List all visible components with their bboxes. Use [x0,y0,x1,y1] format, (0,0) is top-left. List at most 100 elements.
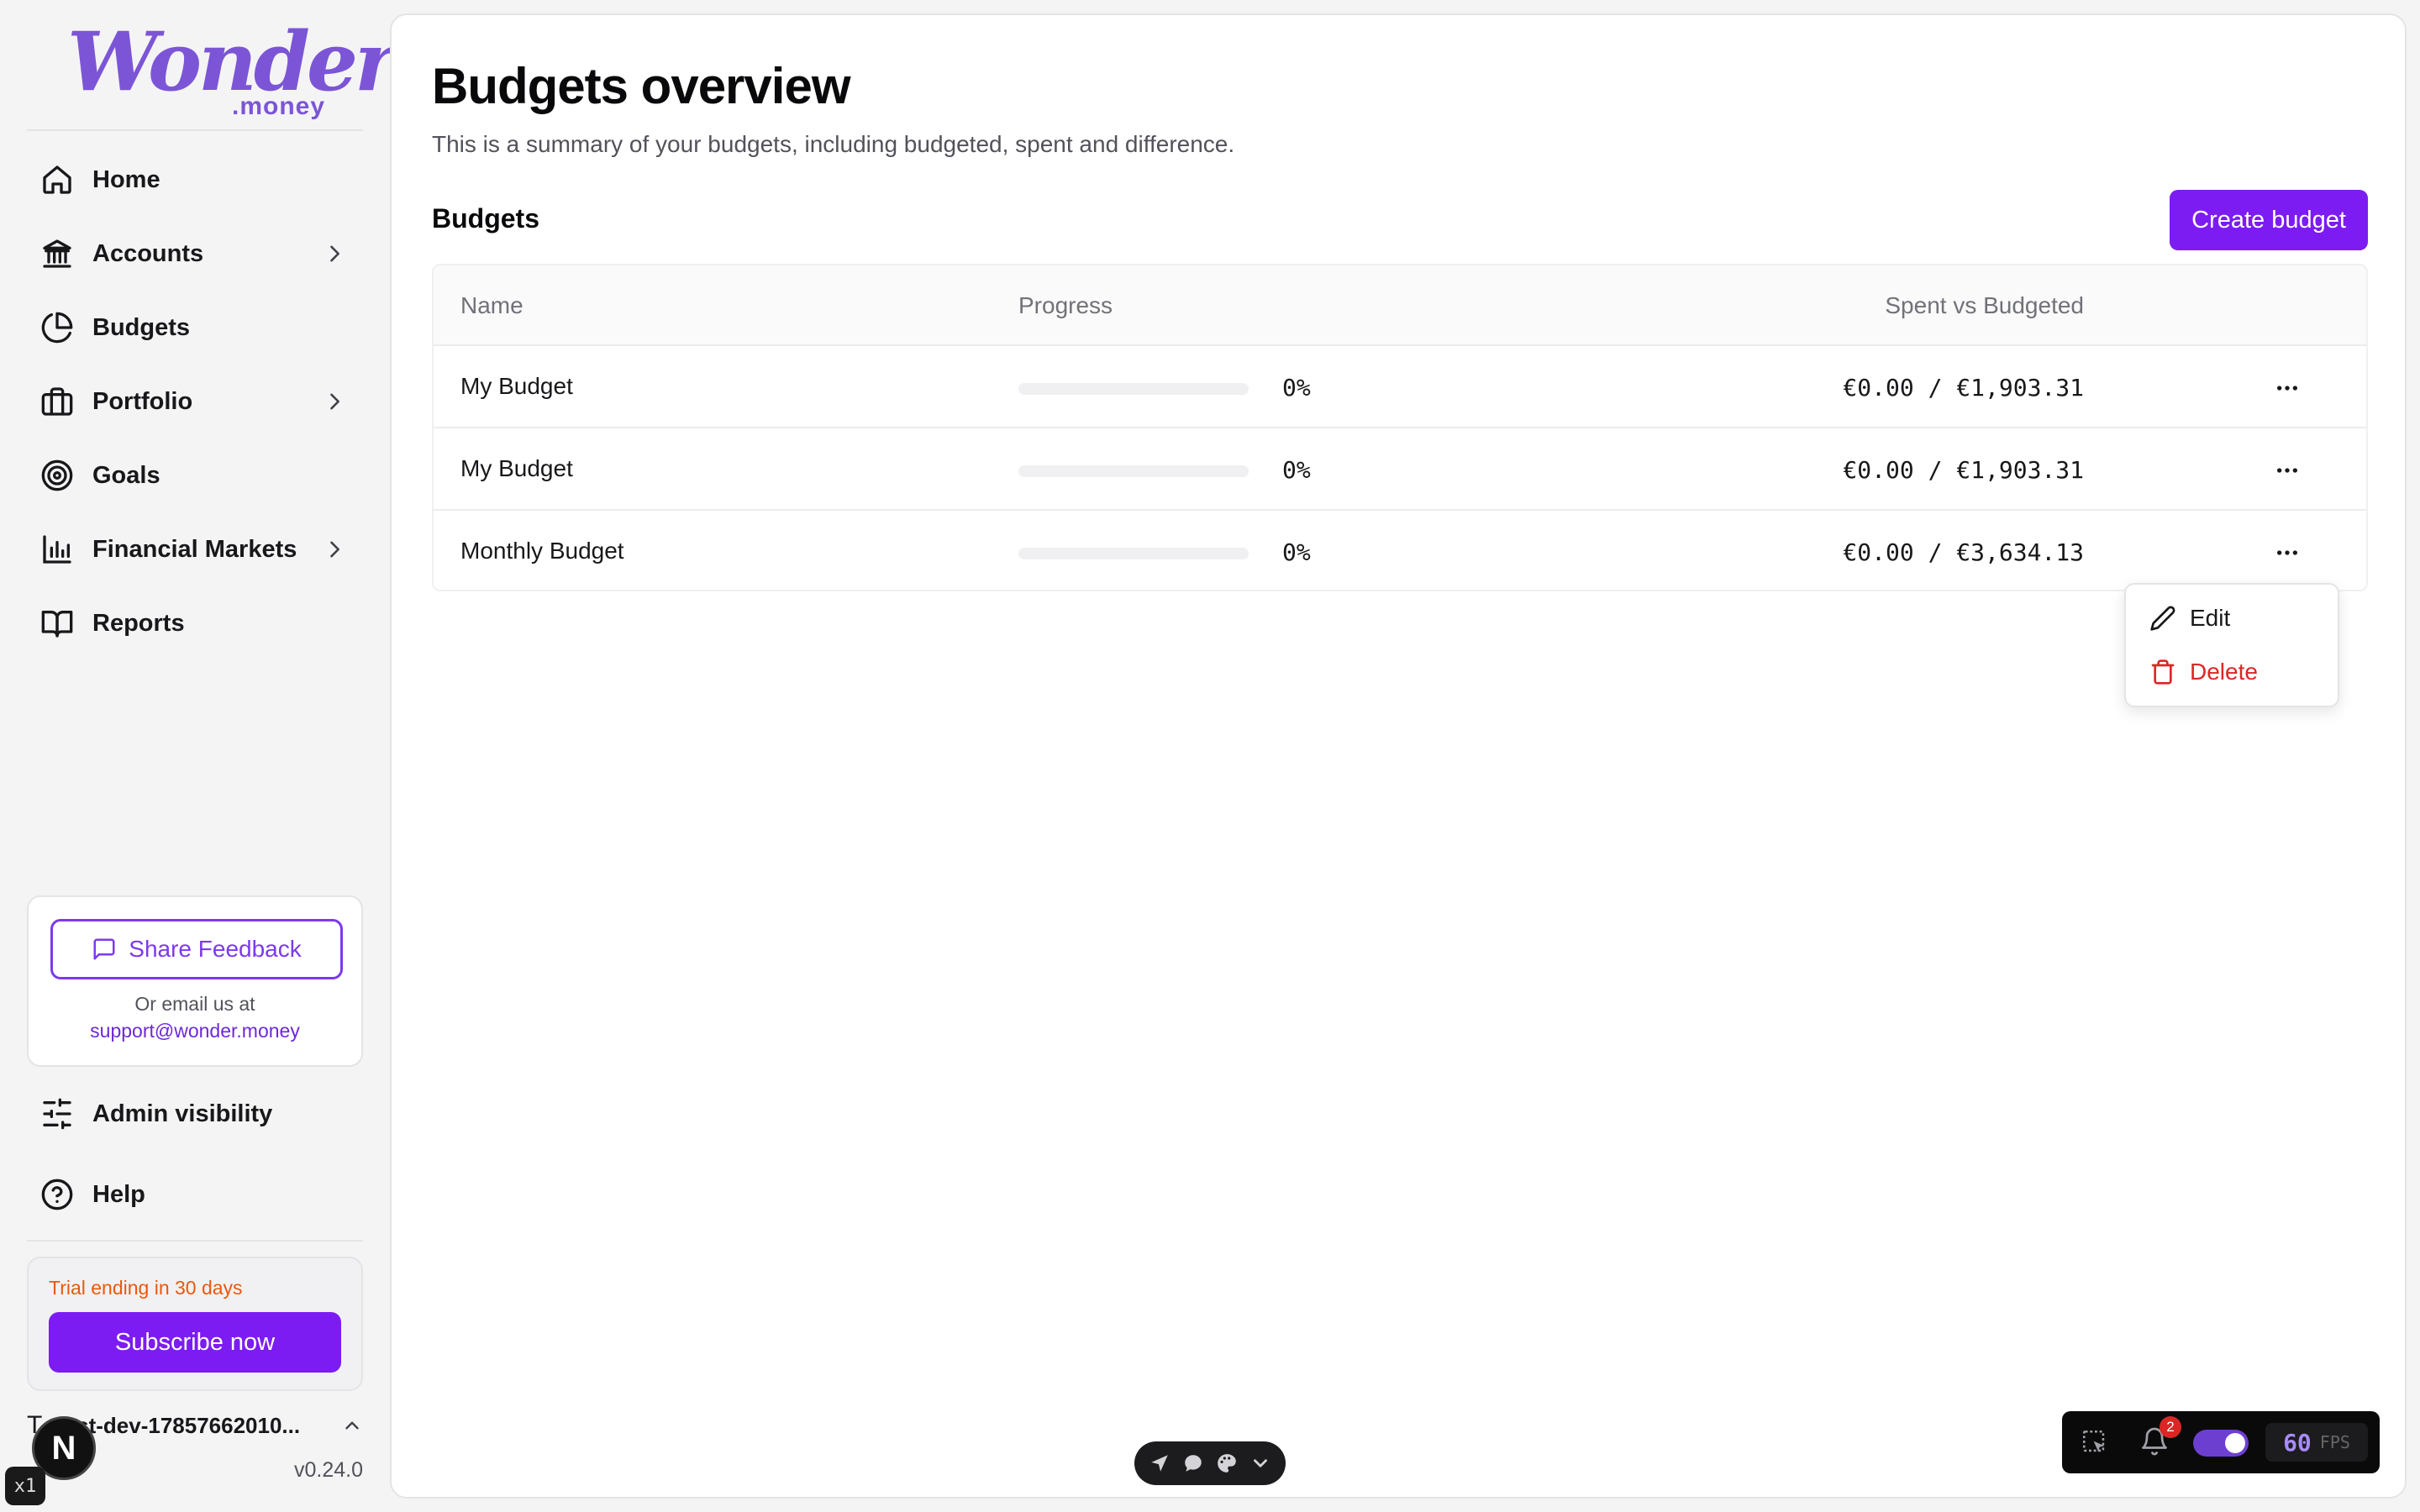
share-feedback-label: Share Feedback [129,936,302,962]
trash-icon [2151,659,2175,685]
progress-percent: 0% [1282,456,1311,484]
fps-value: 60 [2283,1428,2312,1457]
sidebar-item-admin-visibility[interactable]: Admin visibility [27,1084,363,1144]
progress-percent: 0% [1282,538,1311,566]
progress-bar [1018,548,1249,559]
sidebar-item-label: Budgets [92,313,190,341]
feedback-card: Share Feedback Or email us at support@wo… [27,895,363,1067]
help-circle-icon [41,1179,73,1210]
sidebar-divider [27,1240,363,1242]
page-title: Budgets overview [432,58,850,114]
support-email-link[interactable]: support@wonder.money [29,1020,361,1042]
progress-bar [1018,465,1249,477]
spent-vs-budgeted: €0.00 / €1,903.31 [1843,456,2084,484]
chevron-down-icon [1254,1459,1267,1467]
sidebar-item-accounts[interactable]: Accounts [27,223,363,284]
budget-name: My Budget [460,373,573,399]
bar-chart-icon [43,535,71,564]
row-actions-menu: Edit Delete [2124,583,2339,707]
delete-label: Delete [2190,659,2258,685]
main-panel: Budgets overview This is a summary of yo… [390,13,2407,1499]
row-actions-button[interactable] [2269,370,2306,407]
column-header-progress: Progress [1018,292,1113,318]
feedback-note: Or email us at [134,993,255,1015]
bank-icon [43,239,71,268]
sidebar-item-financial-markets[interactable]: Financial Markets [27,519,363,580]
row-actions-button[interactable] [2269,452,2306,489]
page-subtitle: This is a summary of your budgets, inclu… [432,131,1235,157]
book-icon [41,611,73,638]
more-horizontal-icon [2277,468,2297,473]
edit-menu-item[interactable]: Edit [2133,593,2334,643]
chevron-right-icon [330,393,339,410]
row-actions-button[interactable] [2269,534,2306,571]
table-header: Name Progress Spent vs Budgeted [434,265,2366,346]
sidebar-item-label: Reports [92,609,185,637]
share-feedback-button[interactable]: Share Feedback [50,919,343,979]
create-budget-button[interactable]: Create budget [2170,190,2368,250]
sidebar-item-reports[interactable]: Reports [27,593,363,654]
toolbar-toggle[interactable] [2193,1430,2249,1457]
sidebar-item-label: Goals [92,461,160,489]
chevron-right-icon [330,245,339,262]
logo-suffix: .money [232,92,326,120]
sidebar-item-help[interactable]: Help [27,1164,363,1225]
sidebar-item-goals[interactable]: Goals [27,445,363,506]
progress-bar [1018,383,1249,395]
notification-count-badge: 2 [2160,1416,2181,1438]
sidebar-divider [27,129,363,131]
message-square-icon [93,938,115,960]
progress-percent: 0% [1282,374,1311,402]
sidebar: Wonder .money Home Accounts Budgets Port… [0,0,397,1512]
fps-counter: 60 FPS [2265,1423,2368,1462]
budget-name: Monthly Budget [460,538,624,564]
inspect-element-icon[interactable] [2081,1428,2109,1457]
table-row[interactable]: My Budget 0% €0.00 / €1,903.31 [434,428,2366,511]
section-title: Budgets [432,203,539,234]
sidebar-item-label: Admin visibility [92,1100,273,1127]
sidebar-item-budgets[interactable]: Budgets [27,297,363,358]
briefcase-icon [41,387,73,416]
app-version: v0.24.0 [293,1458,363,1482]
pie-chart-icon [41,312,73,344]
spent-vs-budgeted: €0.00 / €1,903.31 [1843,374,2084,402]
trial-card: Trial ending in 30 days Subscribe now [27,1257,363,1391]
sidebar-item-label: Home [92,165,160,193]
app: Wonder .money Home Accounts Budgets Port… [0,0,2420,1512]
sidebar-item-portfolio[interactable]: Portfolio [27,371,363,432]
toggle-knob [2225,1433,2245,1453]
table-row[interactable]: My Budget 0% €0.00 / €1,903.31 [434,346,2366,428]
more-horizontal-icon [2277,386,2297,391]
fps-label: FPS [2319,1432,2350,1452]
budget-name: My Budget [460,455,573,481]
delete-menu-item[interactable]: Delete [2133,647,2334,697]
sliders-icon [43,1098,71,1130]
dev-toolbar[interactable] [1134,1441,1286,1485]
zoom-level-badge[interactable]: x1 [5,1467,45,1505]
table-row[interactable]: Monthly Budget 0% €0.00 / €3,634.13 [434,511,2366,590]
edit-label: Edit [2190,605,2231,631]
target-icon [41,459,73,491]
chat-bubble-icon [1185,1455,1202,1472]
logo-wordmark: Wonder [67,14,397,109]
user-name: test-dev-17857662010... [57,1412,301,1438]
column-header-name: Name [460,292,523,318]
column-header-spent-vs-budgeted: Spent vs Budgeted [1885,292,2084,318]
chevron-up-icon [345,1421,359,1430]
sidebar-item-home[interactable]: Home [27,150,363,210]
trial-status-text: Trial ending in 30 days [49,1277,243,1299]
pencil-icon [2150,606,2175,631]
send-icon [1151,1455,1168,1472]
budgets-table: Name Progress Spent vs Budgeted My Budge… [432,264,2368,591]
logo[interactable]: Wonder .money [67,14,397,121]
performance-toolbar: 2 60 FPS [2062,1411,2380,1473]
palette-icon [1218,1454,1236,1473]
sidebar-item-label: Financial Markets [92,535,297,563]
chevron-right-icon [330,541,339,558]
sidebar-item-label: Portfolio [92,387,193,415]
spent-vs-budgeted: €0.00 / €3,634.13 [1843,538,2084,566]
sidebar-item-label: Accounts [92,239,204,267]
subscribe-now-button[interactable]: Subscribe now [49,1312,341,1373]
sidebar-item-label: Help [92,1180,145,1208]
home-icon [43,165,71,194]
